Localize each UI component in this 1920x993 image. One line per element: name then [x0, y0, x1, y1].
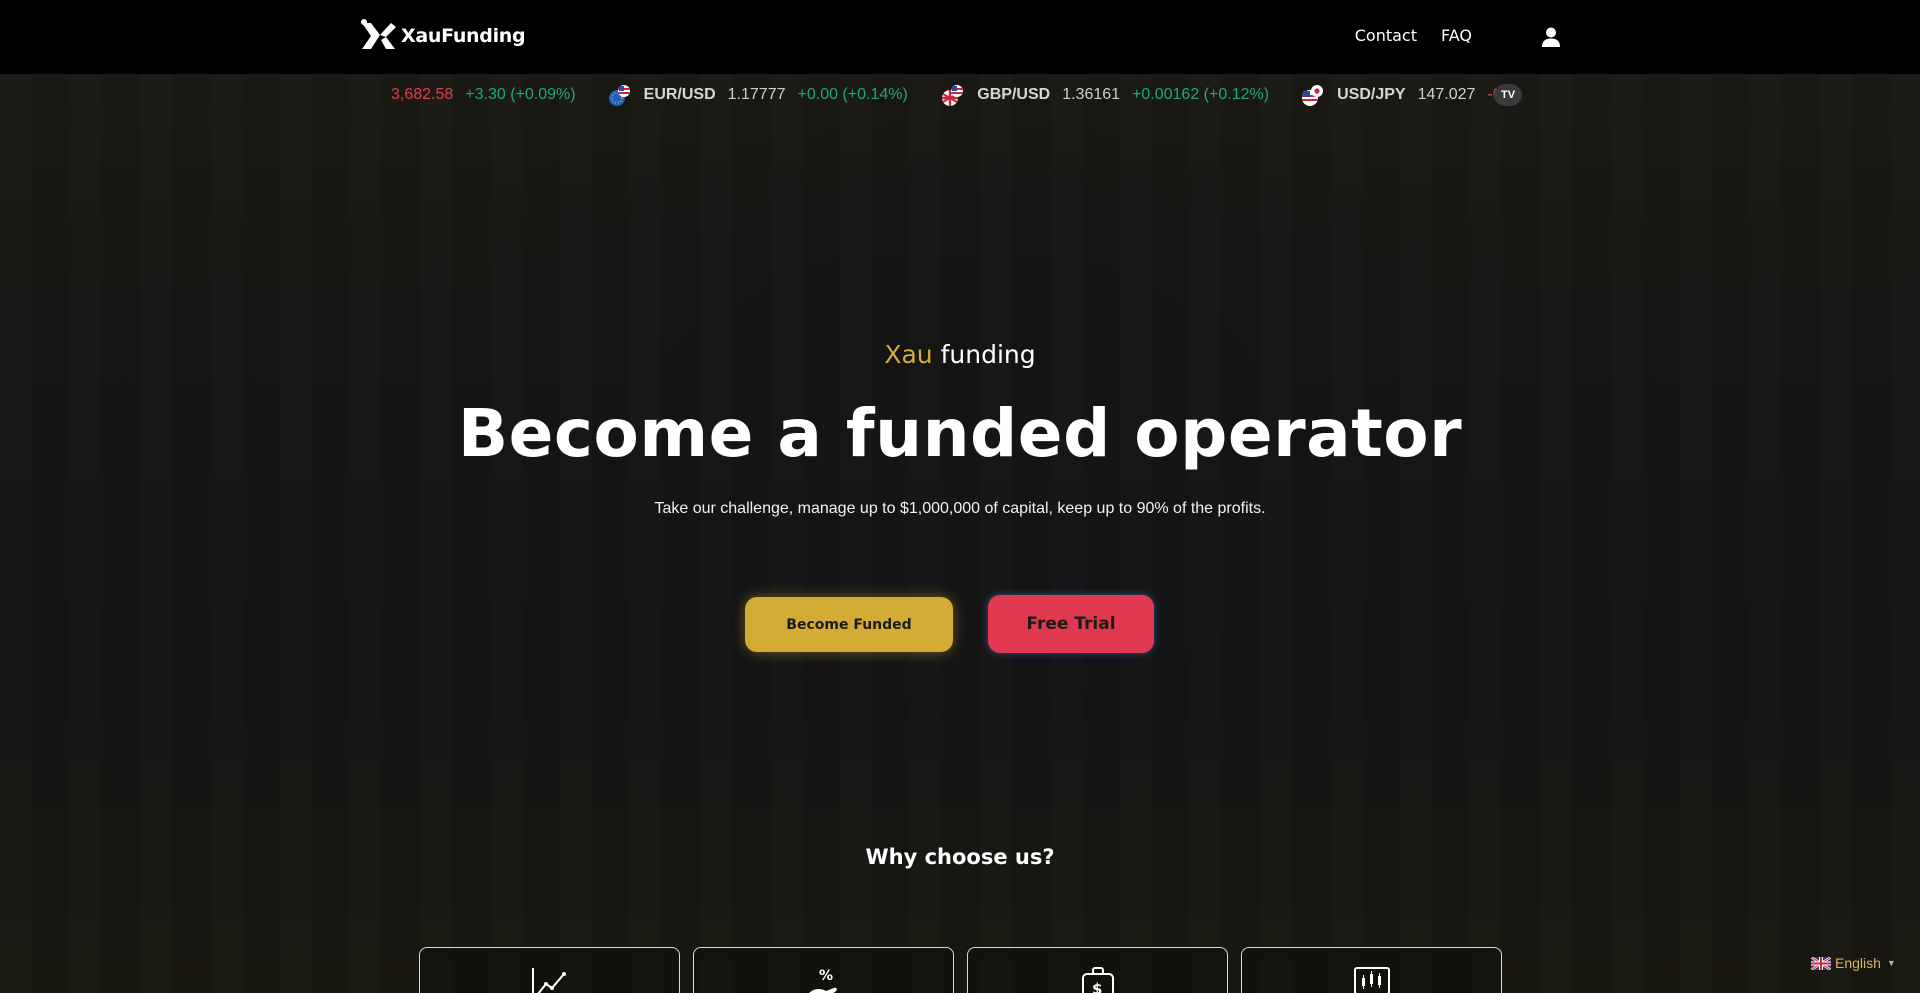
become-funded-button[interactable]: Become Funded	[745, 597, 953, 652]
hero-headline: Become a funded operator	[457, 395, 1463, 472]
ticker-change: +3.30 (+0.09%)	[465, 86, 576, 103]
ticker-item-gbpusd[interactable]: GBP/USD 1.36161 +0.00162 (+0.12%)	[941, 83, 1285, 107]
uk-flag-icon	[1811, 956, 1831, 970]
eyebrow-gold-text: Xau	[884, 340, 933, 369]
ticker-price: 3,682.58	[391, 86, 454, 103]
us-jp-flag-icon	[1302, 85, 1324, 106]
ticker-symbol: GBP/USD	[977, 86, 1051, 103]
user-account-icon[interactable]	[1540, 26, 1562, 48]
ticker-price: 1.17777	[727, 86, 786, 103]
nav-contact-link[interactable]: Contact	[1355, 26, 1417, 45]
why-choose-us-title: Why choose us?	[865, 845, 1055, 869]
hero-subline: Take our challenge, manage up to $1,000,…	[654, 500, 1266, 517]
feature-cards: % $	[419, 947, 1502, 993]
feature-card-profit-split[interactable]: %	[693, 947, 954, 993]
feature-card-capital[interactable]: $	[967, 947, 1228, 993]
percent-hand-icon: %	[808, 968, 837, 993]
brand-name: XauFunding	[401, 25, 526, 47]
caret-down-icon: ▼	[1886, 958, 1896, 968]
svg-text:$: $	[1092, 980, 1102, 993]
ticker-item-lead[interactable]: 3,682.58 +3.30 (+0.09%)	[391, 86, 592, 104]
free-trial-button[interactable]: Free Trial	[988, 595, 1154, 653]
eyebrow-text: funding	[932, 340, 1036, 369]
brand-logo[interactable]: XauFunding	[358, 18, 526, 54]
tradingview-badge[interactable]: TV	[1494, 84, 1522, 106]
ticker-price: 147.027	[1417, 86, 1476, 103]
feature-card-platform[interactable]	[1241, 947, 1502, 993]
language-switcher[interactable]: English ▼	[1811, 955, 1896, 971]
gb-us-flag-icon	[942, 85, 964, 106]
feature-card-growth[interactable]	[419, 947, 680, 993]
growth-chart-icon	[531, 968, 566, 993]
svg-text:%: %	[819, 968, 833, 984]
eu-us-flag-icon	[608, 85, 630, 106]
candlestick-monitor-icon	[1353, 967, 1390, 993]
ticker-symbol: USD/JPY	[1337, 86, 1406, 103]
ticker-change: +0.00162 (+0.12%)	[1132, 86, 1270, 103]
top-navbar: XauFunding Contact FAQ	[0, 0, 1920, 74]
ticker-symbol: EUR/USD	[643, 86, 716, 103]
ticker-track: 3,682.58 +3.30 (+0.09%) EUR/USD 1.17777 …	[391, 74, 1531, 116]
language-label: English	[1835, 955, 1881, 971]
ticker-item-eurusd[interactable]: EUR/USD 1.17777 +0.00 (+0.14%)	[608, 83, 924, 107]
nav-faq-link[interactable]: FAQ	[1441, 26, 1472, 45]
ticker-price: 1.36161	[1062, 86, 1121, 103]
market-ticker: 3,682.58 +3.30 (+0.09%) EUR/USD 1.17777 …	[0, 74, 1920, 116]
ticker-change: +0.00 (+0.14%)	[797, 86, 908, 103]
money-bag-icon: $	[1081, 967, 1114, 993]
main-nav: Contact FAQ	[1355, 26, 1472, 45]
hero-eyebrow: Xau funding	[0, 340, 1920, 369]
xau-logo-icon	[361, 19, 396, 49]
